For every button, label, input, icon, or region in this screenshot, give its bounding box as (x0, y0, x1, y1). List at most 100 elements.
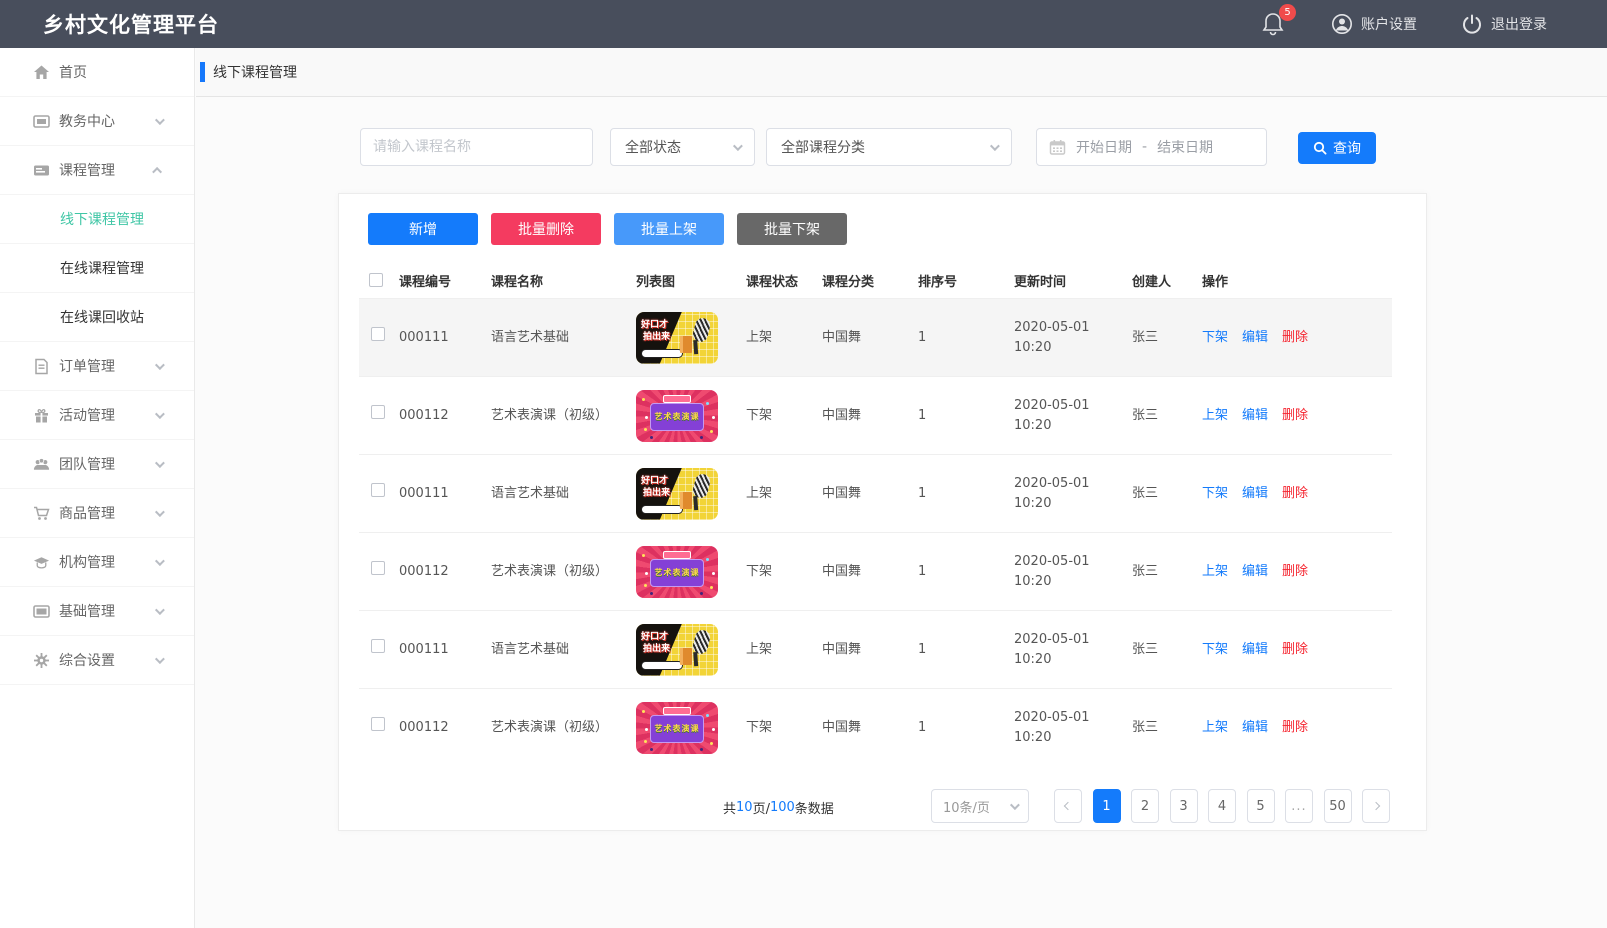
sidebar-item-goods-management[interactable]: 商品管理 (0, 489, 194, 538)
toggle-status-link[interactable]: 下架 (1202, 484, 1228, 504)
add-button[interactable]: 新增 (368, 213, 478, 245)
delete-link[interactable]: 删除 (1282, 640, 1308, 660)
row-checkbox[interactable] (371, 561, 385, 575)
notifications-button[interactable]: 5 (1261, 11, 1287, 37)
row-checkbox[interactable] (371, 483, 385, 497)
thumb-title-box: 艺术表演课 (650, 559, 704, 587)
row-checkbox[interactable] (371, 717, 385, 731)
chevron-down-icon (155, 654, 165, 664)
thumb-text: 拍出来 (643, 643, 670, 657)
column-header-course-name: 课程名称 (491, 273, 636, 293)
page-button-3[interactable]: 3 (1170, 789, 1198, 823)
batch-unpublish-button[interactable]: 批量下架 (737, 213, 847, 245)
delete-link[interactable]: 删除 (1282, 718, 1308, 738)
delete-link[interactable]: 删除 (1282, 484, 1308, 504)
sidebar-item-base-management[interactable]: 基础管理 (0, 587, 194, 636)
page-size-select[interactable]: 10条/页 (931, 789, 1029, 823)
edit-link[interactable]: 编辑 (1242, 406, 1268, 426)
sidebar-item-home[interactable]: 首页 (0, 48, 194, 97)
summary-text: 条数据 (795, 798, 834, 817)
media-icon (33, 113, 50, 130)
course-name: 艺术表演课（初级） (491, 562, 636, 582)
sidebar-item-label: 课程管理 (59, 160, 115, 180)
category-select[interactable]: 全部课程分类 (766, 128, 1012, 166)
sidebar-subitem-online-recycle-bin[interactable]: 在线课回收站 (0, 293, 194, 342)
chevron-down-icon (1010, 800, 1020, 810)
breadcrumb-accent-bar (200, 62, 205, 82)
microphone-graphic (691, 628, 711, 655)
toggle-status-link[interactable]: 上架 (1202, 718, 1228, 738)
page-button-4[interactable]: 4 (1208, 789, 1236, 823)
course-thumbnail: 艺术表演课 (636, 546, 718, 598)
page-size-value: 10条/页 (943, 797, 990, 816)
batch-publish-button[interactable]: 批量上架 (614, 213, 724, 245)
toggle-status-link[interactable]: 上架 (1202, 562, 1228, 582)
sidebar-subitem-offline-courses[interactable]: 线下课程管理 (0, 195, 194, 244)
course-name: 语言艺术基础 (491, 640, 636, 660)
table-row: 000111 语言艺术基础 好口才 拍出来 上架 中国舞 (359, 298, 1392, 376)
edit-link[interactable]: 编辑 (1242, 562, 1268, 582)
bell-icon[interactable]: 5 (1261, 11, 1287, 37)
course-name-input[interactable] (360, 128, 593, 166)
page-button-1[interactable]: 1 (1093, 789, 1121, 823)
page-button-50[interactable]: 50 (1324, 789, 1352, 823)
course-table-card: 新增 批量删除 批量上架 批量下架 课程编号 课程名称 列表图 课程状态 课程分… (338, 193, 1427, 831)
select-all-checkbox[interactable] (369, 273, 383, 287)
sidebar-subitem-label: 在线课回收站 (60, 307, 144, 327)
logout-button[interactable]: 退出登录 (1461, 13, 1547, 35)
main-content: 全部状态 全部课程分类 开始日期 - 结束日期 查询 新增 批量删除 (195, 97, 1607, 928)
page-button-5[interactable]: 5 (1247, 789, 1275, 823)
row-checkbox[interactable] (371, 327, 385, 341)
row-checkbox[interactable] (371, 405, 385, 419)
search-icon (1313, 141, 1327, 155)
account-settings-button[interactable]: 账户设置 (1331, 13, 1417, 35)
calendar-icon (1049, 139, 1066, 156)
status-select[interactable]: 全部状态 (610, 128, 755, 166)
sidebar-subitem-online-courses[interactable]: 在线课程管理 (0, 244, 194, 293)
course-category: 中国舞 (822, 406, 918, 426)
prev-page-button[interactable] (1054, 789, 1082, 823)
next-page-button[interactable] (1362, 789, 1390, 823)
delete-link[interactable]: 删除 (1282, 328, 1308, 348)
sidebar-item-team-management[interactable]: 团队管理 (0, 440, 194, 489)
search-button[interactable]: 查询 (1298, 132, 1376, 164)
sidebar-item-institution-management[interactable]: 机构管理 (0, 538, 194, 587)
edit-link[interactable]: 编辑 (1242, 718, 1268, 738)
toggle-status-link[interactable]: 上架 (1202, 406, 1228, 426)
chevron-down-icon (990, 141, 1000, 151)
sort-number: 1 (918, 406, 1014, 426)
delete-link[interactable]: 删除 (1282, 406, 1308, 426)
edit-link[interactable]: 编辑 (1242, 484, 1268, 504)
thumb-book-graphic (680, 336, 692, 353)
thumb-ribbon-graphic (663, 707, 691, 715)
sort-number: 1 (918, 328, 1014, 348)
toggle-status-link[interactable]: 下架 (1202, 640, 1228, 660)
app-title: 乡村文化管理平台 (43, 9, 219, 39)
confetti-graphic (642, 398, 645, 401)
date-separator: - (1142, 139, 1147, 155)
page-button-2[interactable]: 2 (1131, 789, 1159, 823)
sidebar-item-label: 首页 (59, 62, 87, 82)
total-records: 100 (770, 800, 795, 815)
status-select-value: 全部状态 (625, 137, 681, 157)
delete-link[interactable]: 删除 (1282, 562, 1308, 582)
edit-link[interactable]: 编辑 (1242, 328, 1268, 348)
updated-time: 2020-05-01 10:20 (1014, 630, 1132, 669)
chevron-right-icon (1372, 802, 1380, 810)
course-status: 上架 (746, 640, 822, 660)
batch-delete-button[interactable]: 批量删除 (491, 213, 601, 245)
sidebar-item-activity-management[interactable]: 活动管理 (0, 391, 194, 440)
edit-link[interactable]: 编辑 (1242, 640, 1268, 660)
page-ellipsis[interactable]: ... (1285, 789, 1313, 823)
row-checkbox[interactable] (371, 639, 385, 653)
sidebar-item-course-management[interactable]: 课程管理 (0, 146, 194, 195)
date-range-picker[interactable]: 开始日期 - 结束日期 (1036, 128, 1267, 166)
column-header-sort: 排序号 (918, 273, 1014, 293)
course-thumbnail: 好口才 拍出来 (636, 312, 718, 364)
thumb-text: 艺术表演课 (655, 411, 700, 423)
toggle-status-link[interactable]: 下架 (1202, 328, 1228, 348)
thumb-text: 拍出来 (643, 487, 670, 501)
sidebar-item-general-settings[interactable]: 综合设置 (0, 636, 194, 685)
sidebar-item-academic-center[interactable]: 教务中心 (0, 97, 194, 146)
sidebar-item-order-management[interactable]: 订单管理 (0, 342, 194, 391)
